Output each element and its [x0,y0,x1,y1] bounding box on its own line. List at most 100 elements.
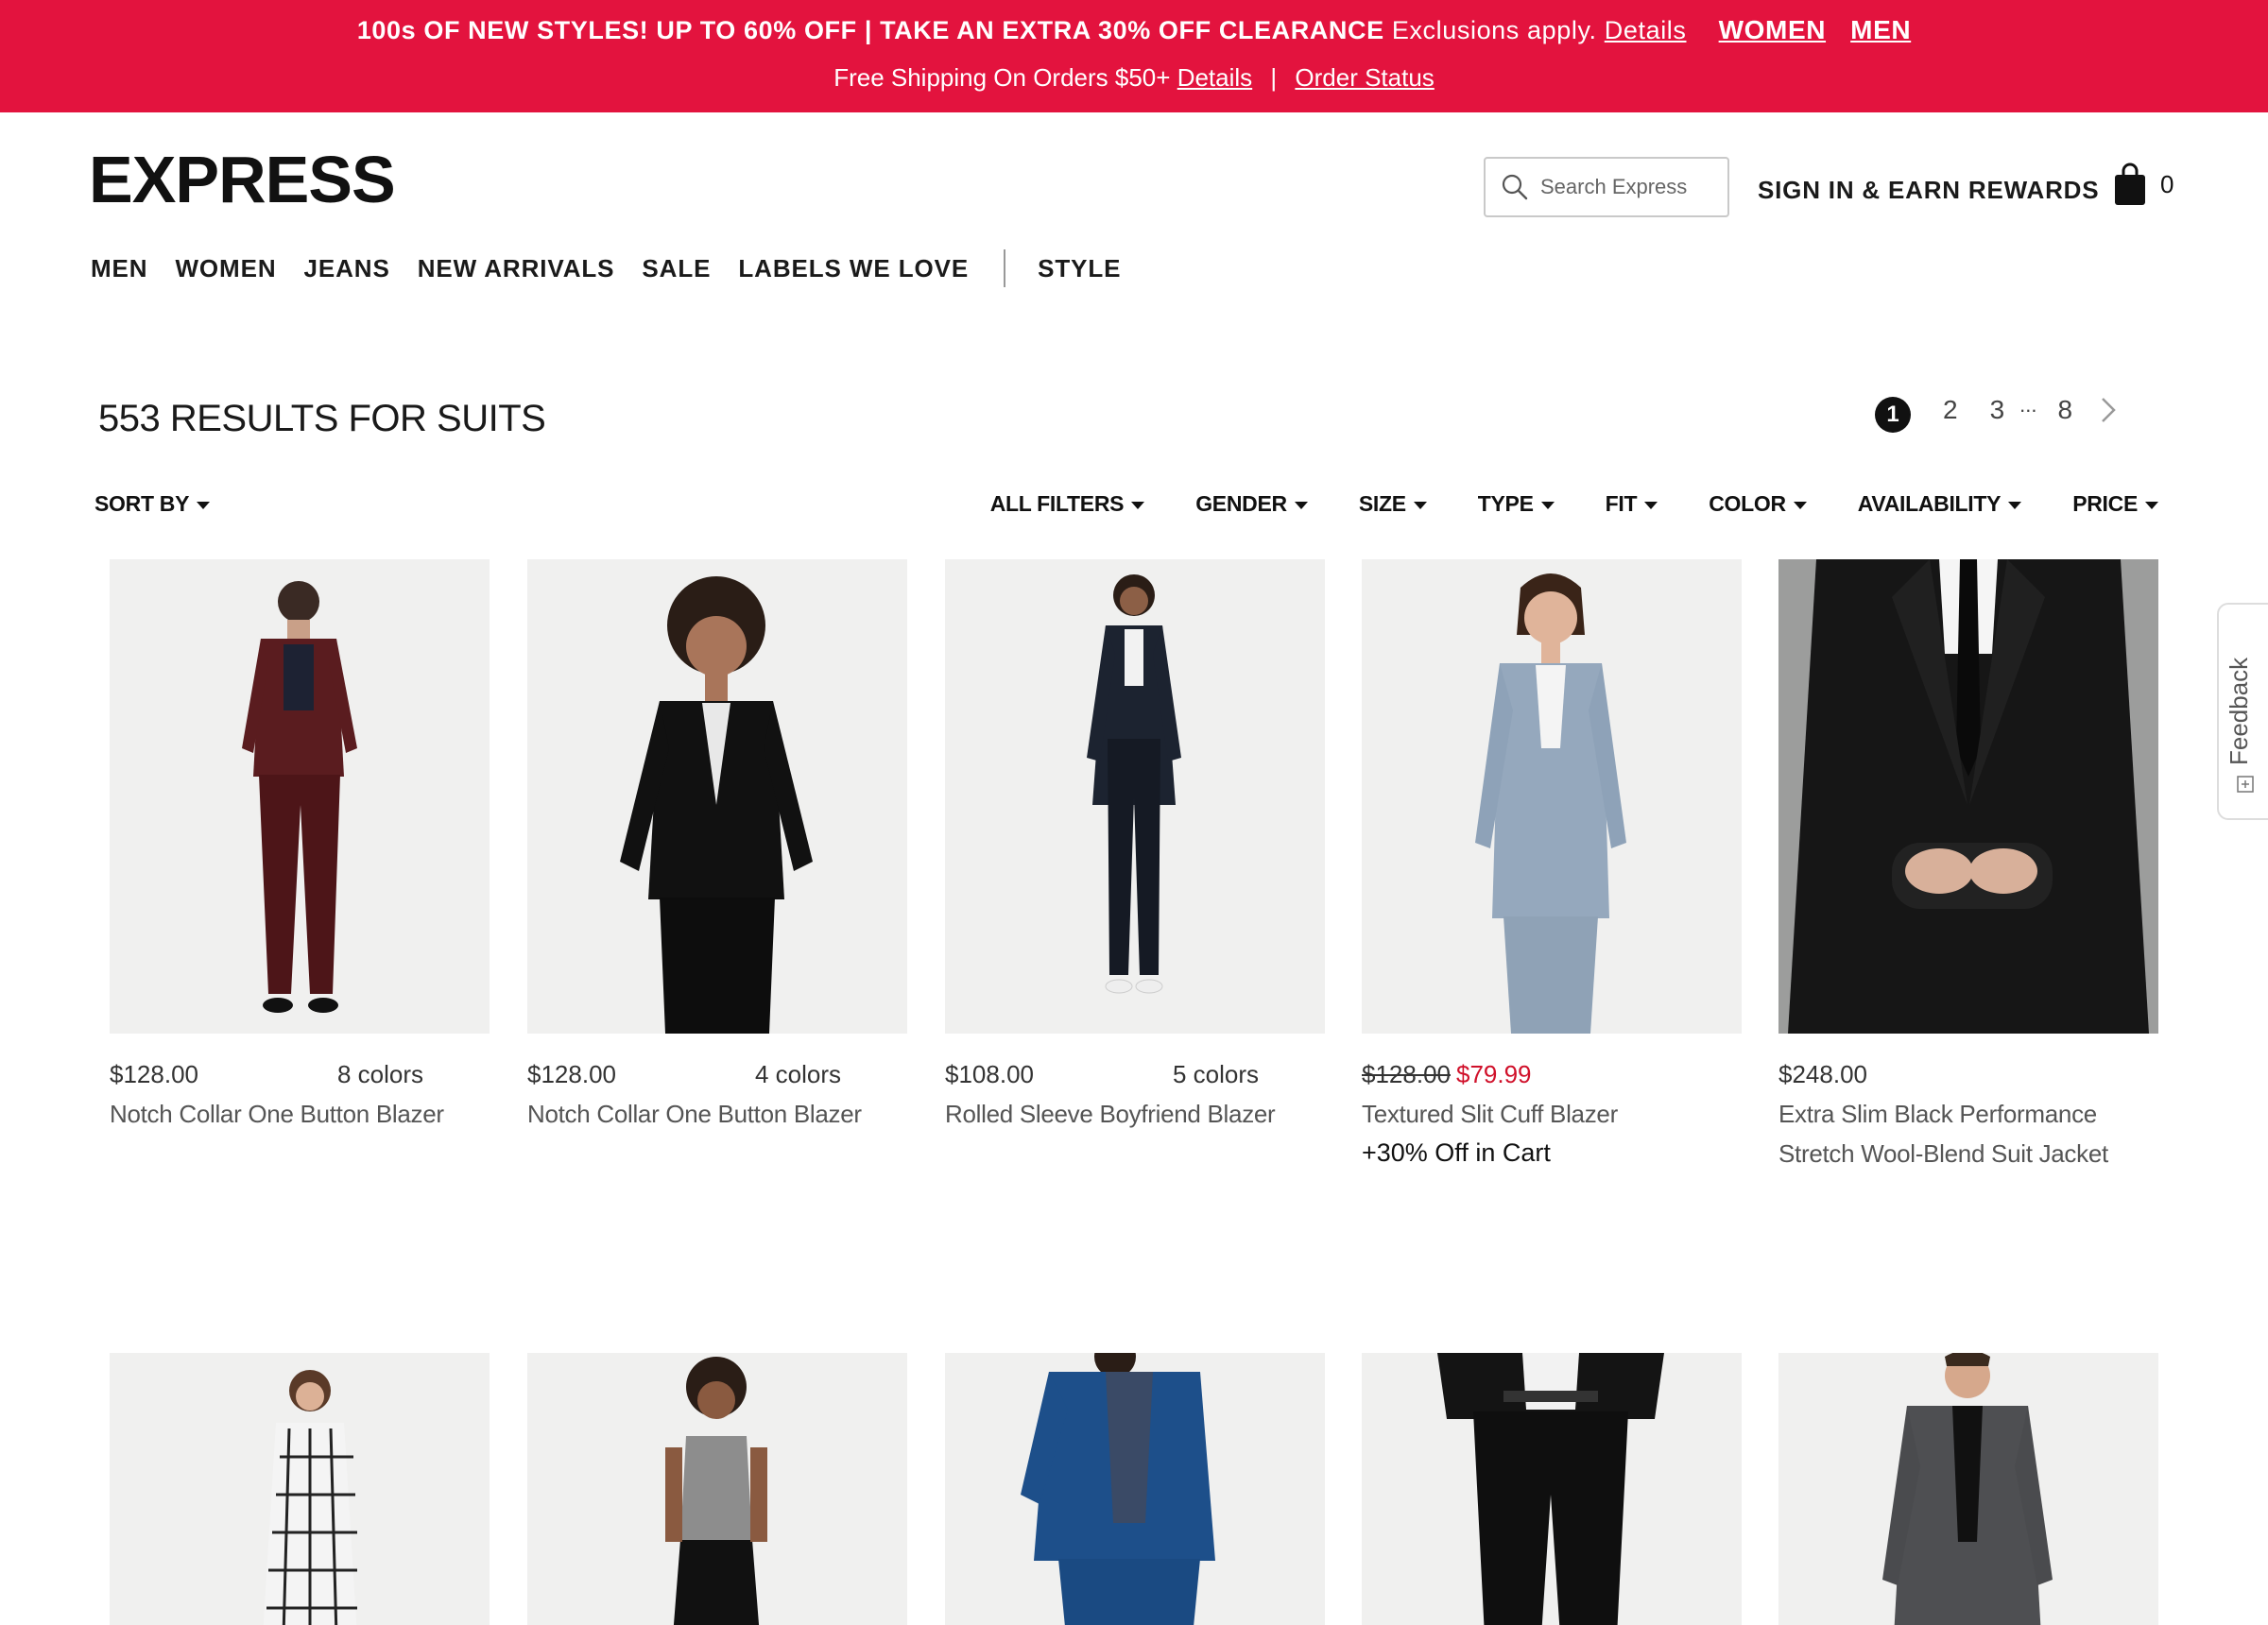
express-logo[interactable]: EXPRESS [89,142,396,217]
filter-label: COLOR [1709,491,1786,516]
filter-price[interactable]: PRICE [2072,491,2158,517]
page-2[interactable]: 2 [1943,395,1958,425]
shopping-bag-icon [2115,162,2145,205]
nav-divider [1004,249,1006,287]
caret-down-icon [197,501,211,509]
product-price: $248.00 [1778,1060,1867,1088]
nav-men[interactable]: MEN [91,252,147,284]
sort-by-dropdown[interactable]: SORT BY [94,491,211,517]
model-grey-suit-figure [1882,1353,2053,1625]
model-black-trousers-figure [1437,1353,1664,1625]
product-meta: $128.00 8 colors [110,1058,490,1090]
model-plaid-blazer-figure [263,1370,357,1625]
main-nav: MEN WOMEN JEANS NEW ARRIVALS SALE LABELS… [91,249,1148,287]
filter-fit[interactable]: FIT [1606,491,1658,517]
product-promo-note: +30% Off in Cart [1362,1138,1551,1167]
product-image[interactable] [527,1353,907,1625]
sort-by-label: SORT BY [94,491,190,516]
caret-down-icon [1413,501,1427,509]
model-light-blue-blazer-figure [1475,573,1626,1034]
product-image[interactable] [945,1353,1325,1625]
nav-women[interactable]: WOMEN [175,252,276,284]
product-card[interactable] [1778,1353,2158,1625]
product-name[interactable]: Notch Collar One Button Blazer [110,1094,490,1134]
product-image[interactable] [1778,1353,2158,1625]
caret-down-icon [2145,501,2158,509]
nav-style[interactable]: STYLE [1038,252,1121,284]
product-meta: $128.00 $79.99 [1362,1058,1742,1090]
promo-exclusions: Exclusions apply. [1391,16,1597,44]
promo-headline: 100s OF NEW STYLES! UP TO 60% OFF | TAKE… [356,16,1384,44]
product-card[interactable]: $108.00 5 colors Rolled Sleeve Boyfriend… [945,559,1325,1134]
product-name[interactable]: Notch Collar One Button Blazer [527,1094,907,1134]
pagination: 1 2 3 ... 8 [1875,387,2118,433]
product-name[interactable]: Rolled Sleeve Boyfriend Blazer [945,1094,1325,1134]
page-ellipsis: ... [2019,393,2037,417]
product-name[interactable]: Textured Slit Cuff Blazer [1362,1094,1742,1134]
caret-down-icon [1540,501,1555,509]
filter-size[interactable]: SIZE [1359,491,1427,517]
promo-women-link[interactable]: WOMEN [1719,15,1826,44]
caret-down-icon [1644,501,1658,509]
product-card[interactable] [945,1353,1325,1625]
product-name-line-1[interactable]: Extra Slim Black Performance [1778,1094,2158,1134]
cart-button[interactable]: 0 [2113,162,2174,206]
filter-availability[interactable]: AVAILABILITY [1857,491,2022,517]
filter-color[interactable]: COLOR [1709,491,1807,517]
caret-down-icon [1793,501,1807,509]
product-image[interactable] [527,559,907,1034]
product-card[interactable] [110,1353,490,1625]
page-3[interactable]: 3 [1990,395,2005,425]
product-image[interactable] [1778,559,2158,1034]
feedback-tab[interactable]: Feedback [2217,603,2268,820]
filter-label: AVAILABILITY [1857,491,2002,516]
product-colors: 5 colors [1172,1060,1259,1088]
product-card[interactable]: $128.00 4 colors Notch Collar One Button… [527,559,907,1134]
product-image[interactable] [110,1353,490,1625]
product-image[interactable] [110,559,490,1034]
filter-type[interactable]: TYPE [1478,491,1555,517]
product-card[interactable] [1362,1353,1742,1625]
product-meta: $108.00 5 colors [945,1058,1325,1090]
nav-jeans[interactable]: JEANS [304,252,390,284]
nav-sale[interactable]: SALE [642,252,711,284]
product-image[interactable] [945,559,1325,1034]
search-input[interactable] [1540,175,1720,199]
product-card[interactable]: $128.00 $79.99 Textured Slit Cuff Blazer … [1362,559,1742,1172]
product-card[interactable] [527,1353,907,1625]
product-colors: 4 colors [754,1060,841,1088]
model-blue-suit-figure [1021,1353,1215,1625]
shipping-text: Free Shipping On Orders $50+ [833,63,1171,92]
product-sale-price: $79.99 [1455,1060,1532,1088]
search-box[interactable] [1484,157,1729,217]
nav-labels-we-love[interactable]: LABELS WE LOVE [738,252,969,284]
product-card[interactable]: $128.00 8 colors Notch Collar One Button… [110,559,490,1134]
nav-new-arrivals[interactable]: NEW ARRIVALS [418,252,615,284]
filter-label: TYPE [1477,491,1534,516]
product-image[interactable] [1362,1353,1742,1625]
filter-gender[interactable]: GENDER [1195,491,1308,517]
page-8[interactable]: 8 [2058,395,2073,425]
product-name-line-2[interactable]: Stretch Wool-Blend Suit Jacket [1778,1134,2158,1173]
chevron-right-icon[interactable] [2099,395,2118,425]
filter-label: GENDER [1195,491,1287,516]
product-image[interactable] [1362,559,1742,1034]
product-meta: $128.00 4 colors [527,1058,907,1090]
filter-label: PRICE [2072,491,2138,516]
promo-men-link[interactable]: MEN [1850,15,1911,44]
product-price: $108.00 [945,1060,1034,1088]
product-price: $128.00 [527,1060,616,1088]
product-card[interactable]: $248.00 Extra Slim Black Performance Str… [1778,559,2158,1173]
order-status-link[interactable]: Order Status [1295,63,1434,92]
promo-details-link[interactable]: Details [1605,16,1687,44]
filter-all-filters[interactable]: ALL FILTERS [990,491,1145,517]
product-original-price: $128.00 [1362,1060,1451,1088]
product-meta: $248.00 [1778,1058,2158,1090]
shipping-details-link[interactable]: Details [1177,63,1252,92]
promo-headline-row: 100s OF NEW STYLES! UP TO 60% OFF | TAKE… [0,13,2268,47]
filter-label: ALL FILTERS [989,491,1125,516]
model-black-suit-jacket-figure [1788,559,2149,1034]
page-1-current[interactable]: 1 [1875,397,1911,433]
filter-label: FIT [1605,491,1638,516]
signin-link[interactable]: SIGN IN & EARN REWARDS [1758,174,2099,206]
